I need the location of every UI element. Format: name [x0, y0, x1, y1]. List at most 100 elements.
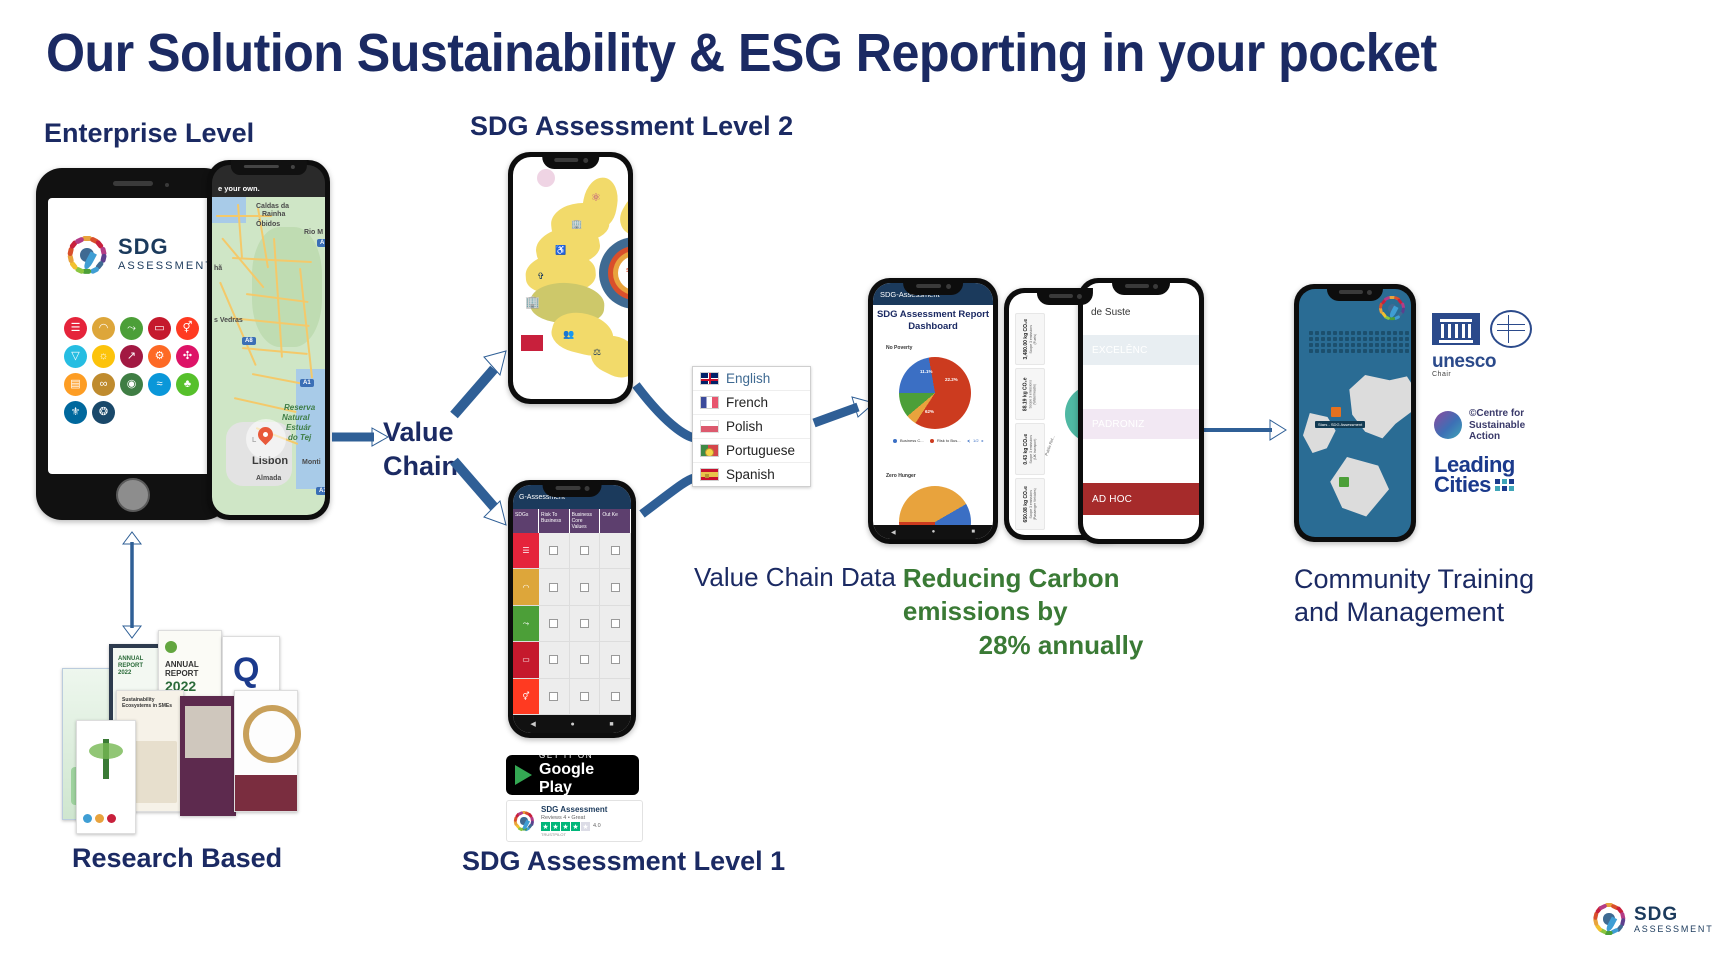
checkbox[interactable] — [549, 691, 559, 701]
nav-recents-icon[interactable]: ■ — [971, 529, 975, 535]
map-location-pin-icon[interactable] — [258, 427, 273, 448]
nav-home-icon[interactable]: ● — [570, 721, 574, 728]
language-option-english[interactable]: English — [693, 367, 810, 391]
phone-map-view[interactable]: e your own. Caldas da Rainha Óbidos Rio Mhã… — [207, 160, 330, 520]
language-option-portuguese[interactable]: Portuguese — [693, 439, 810, 463]
android-nav-bar[interactable]: ◀ ● ■ — [513, 715, 631, 733]
phone-community-map[interactable]: Stars - SDG Assessment — [1294, 284, 1416, 542]
checkbox[interactable] — [549, 582, 559, 592]
checkbox[interactable] — [580, 619, 589, 629]
co2-card[interactable]: 88.19 kg CO₂e Scope 3 emissions (Water/was… — [1015, 368, 1045, 420]
notch — [542, 480, 602, 497]
table-cell[interactable] — [539, 605, 570, 642]
co2-card-list[interactable]: 3,480.00 kg CO₂e Scope 3 emissions (Fuels)… — [1015, 313, 1045, 531]
checkbox[interactable] — [610, 691, 620, 701]
co2-card[interactable]: 3,480.00 kg CO₂e Scope 3 emissions (Fuels) — [1015, 313, 1045, 365]
table-body[interactable]: ☰ ◠ ⤳ ▭ ⚥ — [513, 533, 631, 716]
table-row[interactable]: ⚥ — [513, 678, 631, 716]
table-cell[interactable] — [569, 642, 601, 678]
checkbox[interactable] — [580, 546, 589, 556]
phone-sdg-level-1[interactable]: G-Assessment SDGs Risk To Business Busin… — [508, 480, 636, 738]
nav-back-icon[interactable]: ◀ — [530, 720, 535, 728]
sdg-goal-icon-15[interactable]: ♣ — [176, 373, 199, 396]
checkbox[interactable] — [610, 619, 620, 629]
sdg-goal-grid[interactable]: ☰ ◠ ⤳ ▭ ⚥ ▽ ☼ ↗ ⚙ ✣ ▤ ∞ ◉ ≈ ♣ ⚜ ❂ — [64, 317, 199, 424]
language-option-polish[interactable]: Polish — [693, 415, 810, 439]
checkbox[interactable] — [580, 691, 589, 701]
sdg-marker-icon[interactable] — [1331, 407, 1341, 417]
home-button[interactable] — [116, 478, 150, 512]
nav-home-icon[interactable]: ● — [932, 529, 936, 535]
pager-prev-icon[interactable]: ◂| — [967, 438, 970, 443]
language-option-french[interactable]: French — [693, 391, 810, 415]
pager-next-icon[interactable]: ▸ — [982, 438, 984, 443]
co2-card[interactable]: 650.08 kg CO₂e Scope 3 emissions (Passenge… — [1015, 478, 1045, 530]
table-cell[interactable] — [539, 678, 570, 715]
phone-sdg-level-2[interactable]: ⚛ 🏢 ♿ ✞ 🏢 👥 ⚖ SPF SCORE 72 — [508, 152, 633, 404]
table-row[interactable]: ☰ — [513, 533, 631, 570]
sdg-goal-icon-10[interactable]: ✣ — [176, 345, 199, 368]
phone-dashboard[interactable]: SDG-Assessment SDG Assessment Report Das… — [868, 278, 998, 544]
phone-enterprise-level[interactable]: SDG ASSESSMENT ☰ ◠ ⤳ ▭ ⚥ ▽ ☼ ↗ ⚙ ✣ ▤ ∞ ◉ ≈ ♣ ⚜ ❂ — [36, 168, 230, 520]
phone-maturity-levels[interactable]: de Suste EXCELÊNC PADRONIZ AD HOC — [1078, 278, 1204, 544]
sdg-goal-icon-14[interactable]: ≈ — [148, 373, 171, 396]
band-padronizado[interactable]: PADRONIZ — [1083, 409, 1199, 439]
sdg-goal-icon-12[interactable]: ∞ — [92, 373, 115, 396]
table-cell[interactable] — [600, 678, 631, 715]
sdg-goal-icon-6[interactable]: ▽ — [64, 345, 87, 368]
table-cell[interactable] — [569, 678, 601, 715]
checkbox[interactable] — [549, 619, 559, 629]
table-row[interactable]: ⤳ — [513, 605, 631, 643]
table-cell[interactable] — [539, 533, 570, 569]
community-dot — [1393, 337, 1397, 341]
sdg-goal-icon-2[interactable]: ◠ — [92, 317, 115, 340]
sdg-goal-icon-5[interactable]: ⚥ — [176, 317, 199, 340]
language-option-spanish[interactable]: Spanish — [693, 463, 810, 486]
sdg-flower-diagram[interactable]: ⚛ 🏢 ♿ ✞ 🏢 👥 ⚖ SPF SCORE 72 — [513, 171, 628, 385]
table-cell[interactable] — [539, 642, 570, 678]
table-row[interactable]: ◠ — [513, 569, 631, 606]
table-cell[interactable] — [569, 569, 601, 605]
checkbox[interactable] — [580, 655, 589, 665]
google-play-badge[interactable]: GET IT ON Google Play — [506, 751, 639, 796]
table-cell[interactable] — [600, 569, 631, 605]
sdg-goal-icon-4[interactable]: ▭ — [148, 317, 171, 340]
chart-pager[interactable]: ◂| 1/2 ▸ — [967, 438, 984, 443]
sdg-goal-icon-1[interactable]: ☰ — [64, 317, 87, 340]
sdg-goal-icon-7[interactable]: ☼ — [92, 345, 115, 368]
community-dot-grid — [1309, 331, 1411, 353]
sdg-goal-icon-17[interactable]: ❂ — [92, 401, 115, 424]
nav-back-icon[interactable]: ◀ — [891, 529, 896, 536]
checkbox[interactable] — [549, 655, 559, 665]
sdg-goal-icon-13[interactable]: ◉ — [120, 373, 143, 396]
table-cell[interactable] — [600, 642, 631, 678]
table-cell[interactable] — [600, 533, 631, 569]
band-excelencia[interactable]: EXCELÊNC — [1083, 335, 1199, 365]
band-ad-hoc[interactable]: AD HOC — [1083, 483, 1199, 515]
table-cell[interactable] — [569, 605, 601, 642]
table-row[interactable]: ▭ — [513, 642, 631, 679]
table-cell[interactable] — [600, 605, 631, 642]
checkbox[interactable] — [610, 582, 620, 592]
sdg-goal-icon-16[interactable]: ⚜ — [64, 401, 87, 424]
checkbox[interactable] — [549, 546, 559, 556]
trustpilot-review-strip[interactable]: SDG Assessment Reviews 4 • Great ★ ★ ★ ★ ★ 4… — [506, 800, 643, 842]
nav-recents-icon[interactable]: ■ — [609, 721, 613, 728]
sdg-goal-icon-3[interactable]: ⤳ — [120, 317, 143, 340]
map-canvas[interactable]: Caldas da Rainha Óbidos Rio M hã s Vedras Rese… — [212, 197, 325, 515]
co2-category: (UK transport) — [1033, 438, 1038, 460]
continent-shape — [1303, 413, 1336, 453]
co2-card[interactable]: 0.43 kg CO₂e Scope 3 emissions (UK transpo… — [1015, 423, 1045, 475]
checkbox[interactable] — [580, 582, 589, 592]
unesco-subtitle: Chair — [1432, 371, 1452, 378]
android-nav-bar[interactable]: ◀ ● ■ — [873, 525, 993, 539]
sdg-goal-icon-8[interactable]: ↗ — [120, 345, 143, 368]
table-cell[interactable] — [539, 569, 570, 605]
checkbox[interactable] — [610, 546, 620, 556]
language-dropdown[interactable]: English French Polish Portuguese Spanish — [692, 366, 811, 487]
table-cell[interactable] — [569, 533, 601, 569]
sdg-goal-icon-9[interactable]: ⚙ — [148, 345, 171, 368]
sdg-marker-icon[interactable] — [1339, 477, 1349, 487]
sdg-goal-icon-11[interactable]: ▤ — [64, 373, 87, 396]
checkbox[interactable] — [610, 655, 620, 665]
